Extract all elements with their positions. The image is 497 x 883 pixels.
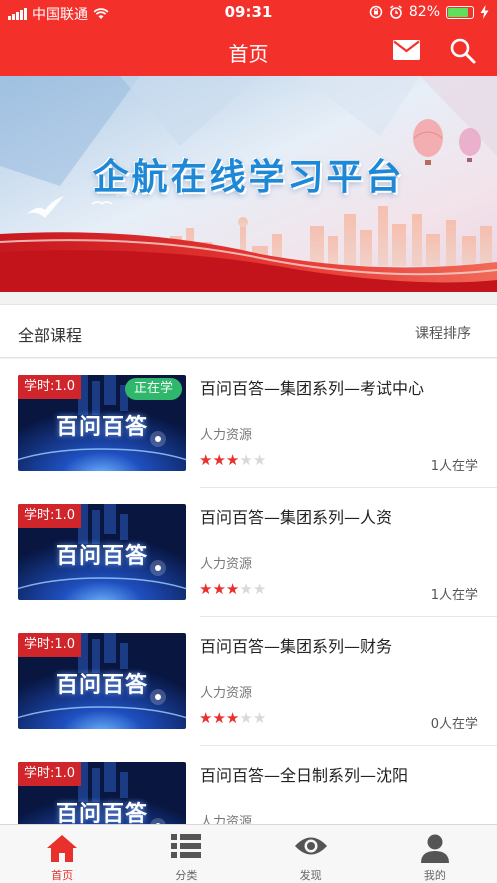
course-category: 人力资源: [200, 428, 253, 443]
course-title[interactable]: 百问百答—全日制系列—沈阳: [200, 762, 408, 786]
star-icon: ★: [212, 580, 226, 598]
orientation-lock-icon: [369, 5, 383, 19]
course-category: 人力资源: [200, 686, 253, 701]
tab-mine[interactable]: 我的: [373, 825, 497, 883]
learner-count: 0人在学: [430, 717, 478, 732]
tab-mine-label: 我的: [423, 869, 446, 882]
course-category: 人力资源: [200, 557, 253, 572]
home-icon: [47, 835, 78, 862]
course-item[interactable]: 百问百答 学时:1.0 正在学 百问百答—集团系列—考试中心 人力资源 ★★★★★ 1人在…: [0, 359, 497, 488]
thumbnail-title: 百问百答: [55, 543, 148, 569]
course-thumbnail[interactable]: 百问百答 学时:1.0 正在学: [18, 375, 186, 471]
rating-stars: ★★★★★: [199, 451, 266, 469]
course-item[interactable]: 百问百答 学时:1.0百问百答—全日制系列—沈阳人力资源★★★★★: [0, 746, 497, 824]
star-icon: ★: [239, 451, 253, 469]
star-icon: ★: [252, 580, 267, 598]
star-icon: ★: [239, 580, 253, 598]
list-icon: [171, 834, 202, 858]
eye-icon: [294, 837, 327, 855]
all-courses-label: 全部课程: [18, 326, 83, 345]
status-bar: 中国联通 09:31 82%: [0, 0, 497, 26]
charging-icon: [480, 5, 489, 19]
tab-category-label: 分类: [175, 869, 198, 882]
tab-discover[interactable]: 发现: [249, 825, 373, 883]
rating-stars: ★★★★★: [199, 580, 266, 598]
study-hours-tag: 学时:1.0: [18, 504, 82, 528]
study-hours-tag: 学时:1.0: [18, 375, 82, 399]
tab-home-label: 首页: [51, 869, 74, 882]
star-icon: ★: [225, 451, 240, 469]
star-icon: ★: [199, 451, 213, 469]
course-title[interactable]: 百问百答—集团系列—考试中心: [200, 375, 424, 399]
star-icon: ★: [225, 709, 240, 727]
star-icon: ★: [212, 709, 226, 727]
person-icon: [420, 834, 449, 863]
learning-status-badge: 正在学: [124, 378, 182, 400]
star-icon: ★: [239, 709, 253, 727]
star-icon: ★: [252, 451, 267, 469]
tab-home[interactable]: 首页: [0, 825, 124, 883]
study-hours-tag: 学时:1.0: [18, 633, 82, 657]
thumbnail-title: 百问百答: [55, 672, 148, 698]
page-title: 首页: [228, 42, 269, 66]
thumbnail-title: 百问百答: [55, 801, 148, 824]
learner-count: 1人在学: [430, 459, 478, 474]
course-thumbnail[interactable]: 百问百答 学时:1.0: [18, 633, 186, 729]
course-category: 人力资源: [200, 815, 253, 824]
hero-banner[interactable]: 企航在线学习平台: [0, 76, 497, 292]
course-title[interactable]: 百问百答—集团系列—财务: [200, 633, 392, 657]
course-thumbnail[interactable]: 百问百答 学时:1.0: [18, 504, 186, 600]
mail-icon[interactable]: [393, 40, 420, 60]
study-hours-tag: 学时:1.0: [18, 762, 82, 786]
banner-title: 企航在线学习平台: [92, 157, 405, 198]
thumbnail-title: 百问百答: [55, 414, 148, 440]
course-item[interactable]: 百问百答 学时:1.0 百问百答—集团系列—财务 人力资源 ★★★★★ 0人在学: [0, 617, 497, 746]
star-icon: ★: [212, 451, 226, 469]
star-icon: ★: [199, 580, 213, 598]
course-list: 百问百答 学时:1.0 正在学 百问百答—集团系列—考试中心 人力资源 ★★★★★ 1人在…: [0, 359, 497, 824]
star-icon: ★: [225, 580, 240, 598]
tab-category[interactable]: 分类: [124, 825, 248, 883]
course-title[interactable]: 百问百答—集团系列—人资: [200, 504, 392, 528]
tab-discover-label: 发现: [299, 869, 322, 882]
learner-count: 1人在学: [430, 588, 478, 603]
course-sort-button[interactable]: 课程排序: [415, 323, 471, 343]
course-thumbnail[interactable]: 百问百答 学时:1.0: [18, 762, 186, 824]
course-item[interactable]: 百问百答 学时:1.0 百问百答—集团系列—人资 人力资源 ★★★★★ 1人在学: [0, 488, 497, 617]
battery-percent: 82%: [408, 4, 440, 20]
star-icon: ★: [252, 709, 267, 727]
tab-bar: 首页 分类 发现 我的: [0, 824, 497, 883]
course-section-header: 全部课程 课程排序: [0, 304, 497, 358]
search-icon[interactable]: [449, 37, 476, 64]
star-icon: ★: [199, 709, 213, 727]
nav-bar: 首页: [0, 26, 497, 76]
battery-icon: [446, 5, 474, 19]
alarm-icon: [389, 5, 402, 19]
rating-stars: ★★★★★: [199, 709, 266, 727]
